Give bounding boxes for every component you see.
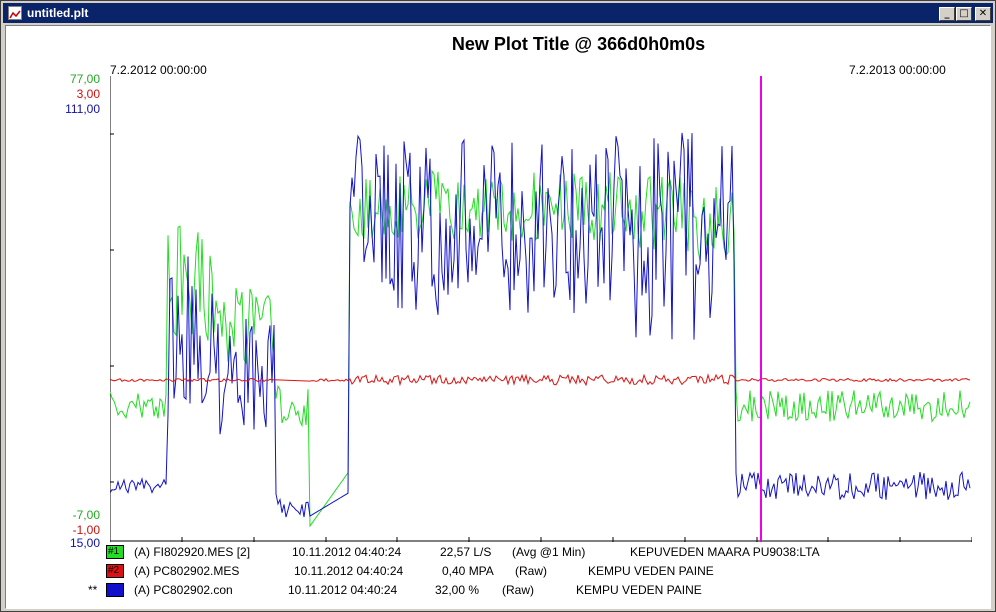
app-icon	[8, 6, 22, 20]
series-line-fi802920	[110, 169, 971, 528]
legend-mode: (Avg @1 Min)	[512, 545, 586, 559]
series-swatch[interactable]: #2	[106, 564, 124, 578]
title-bar[interactable]: untitled.plt _ □ ✕	[3, 3, 993, 23]
window-title: untitled.plt	[27, 6, 89, 20]
legend-description: KEPUVEDEN MAARA PU9038:LTA	[630, 545, 820, 559]
start-time-label: 7.2.2012 00:00:00	[110, 63, 207, 77]
series-line-pc802902-mes	[110, 373, 971, 387]
legend-value: 32,00 %	[435, 583, 480, 597]
y-max-series3: 111,00	[65, 102, 100, 116]
legend-series-name: (A) FI802920.MES [2]	[134, 545, 251, 559]
legend-description: KEMPU VEDEN PAINE	[588, 564, 714, 578]
legend-value: 22,57 L/S	[440, 545, 492, 559]
legend-row[interactable]: #1 (A) FI802920.MES [2] 10.11.2012 04:40…	[6, 543, 992, 561]
plot-title: New Plot Title @ 366d0h0m0s	[451, 34, 706, 54]
series-line-pc802902-con	[110, 132, 971, 518]
legend-description: KEMPU VEDEN PAINE	[576, 583, 702, 597]
legend-time: 10.11.2012 04:40:24	[292, 545, 402, 559]
active-marker: **	[88, 583, 98, 597]
legend-time: 10.11.2012 04:40:24	[288, 583, 398, 597]
legend-series-name: (A) PC802902.MES	[134, 564, 240, 578]
legend-value: 0,40 MPA	[442, 564, 494, 578]
y-min-series2: -1,00	[72, 523, 100, 537]
series-swatch[interactable]: #1	[106, 545, 124, 559]
y-min-series1: -7,00	[72, 508, 100, 522]
y-max-series1: 77,00	[69, 72, 100, 86]
legend-series-name: (A) PC802902.con	[134, 583, 233, 597]
plot-window: untitled.plt _ □ ✕ New Plot Title @ 366d…	[0, 0, 996, 612]
series-swatch[interactable]	[106, 583, 124, 597]
y-max-series2: 3,00	[76, 87, 100, 101]
legend-mode: (Raw)	[515, 564, 547, 578]
end-time-label: 7.2.2013 00:00:00	[849, 63, 946, 77]
plot-area: New Plot Title @ 366d0h0m0s 7.2.2012 00:…	[5, 25, 991, 609]
minimize-button[interactable]: _	[939, 7, 955, 21]
legend-row[interactable]: ** (A) PC802902.con 10.11.2012 04:40:24 …	[6, 581, 992, 599]
trend-chart[interactable]	[110, 76, 972, 542]
maximize-button[interactable]: □	[956, 7, 972, 21]
close-button[interactable]: ✕	[975, 7, 991, 21]
legend-time: 10.11.2012 04:40:24	[294, 564, 404, 578]
legend-row[interactable]: #2 (A) PC802902.MES 10.11.2012 04:40:24 …	[6, 562, 992, 580]
legend-mode: (Raw)	[502, 583, 534, 597]
